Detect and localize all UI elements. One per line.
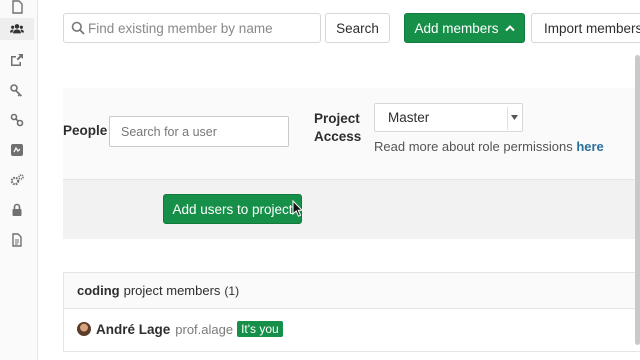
import-members-button[interactable]: Import members: [531, 13, 640, 43]
members-count: (1): [224, 283, 240, 298]
document-icon[interactable]: [0, 0, 34, 18]
share-icon[interactable]: [0, 49, 34, 71]
scrollbar-thumb[interactable]: [635, 55, 640, 345]
mouse-pointer-icon: [292, 200, 304, 217]
member-handle: prof.alage: [175, 321, 234, 337]
member-search-box[interactable]: [63, 13, 321, 43]
settings-sidebar: [0, 0, 38, 360]
user-search-input[interactable]: [109, 116, 289, 147]
select-divider: [507, 107, 508, 130]
role-permissions-link[interactable]: here: [576, 139, 603, 154]
chevron-up-icon: [504, 25, 515, 32]
role-permissions-note: Read more about role permissions here: [374, 139, 604, 154]
search-icon: [71, 21, 85, 35]
member-name[interactable]: André Lage: [96, 322, 170, 337]
members-panel-header: coding project members (1): [64, 273, 640, 309]
project-access-label-line1: Project: [314, 111, 360, 126]
project-name: coding: [77, 283, 120, 298]
access-level-select[interactable]: Master: [374, 103, 523, 132]
lock-icon[interactable]: [0, 199, 34, 221]
member-search-input[interactable]: [88, 20, 308, 36]
key-icon[interactable]: [0, 79, 34, 101]
access-level-value: Master: [388, 110, 430, 125]
link-icon[interactable]: [0, 109, 34, 131]
read-more-text: Read more about role permissions: [374, 139, 577, 154]
caret-down-icon: [511, 115, 518, 120]
search-button[interactable]: Search: [325, 13, 390, 43]
add-members-label: Add members: [414, 20, 499, 36]
ci-icon[interactable]: [0, 139, 34, 161]
its-you-badge: It's you: [237, 321, 283, 337]
project-access-label: Project Access: [314, 110, 361, 146]
project-access-label-line2: Access: [314, 129, 362, 144]
project-members-panel: coding project members (1) André Lage pr…: [63, 272, 640, 352]
gears-icon[interactable]: [0, 169, 34, 191]
page-scrollbar[interactable]: [634, 55, 640, 345]
add-users-to-project-button[interactable]: Add users to project: [163, 194, 302, 224]
people-label: People: [63, 123, 108, 138]
file-icon[interactable]: [0, 229, 34, 251]
member-row: André Lage prof.alage It's you: [64, 309, 640, 349]
avatar: [77, 322, 91, 336]
add-members-button[interactable]: Add members: [404, 13, 525, 43]
add-members-footer: [63, 179, 640, 239]
members-heading-suffix: project members: [123, 283, 221, 298]
users-icon[interactable]: [0, 18, 34, 40]
